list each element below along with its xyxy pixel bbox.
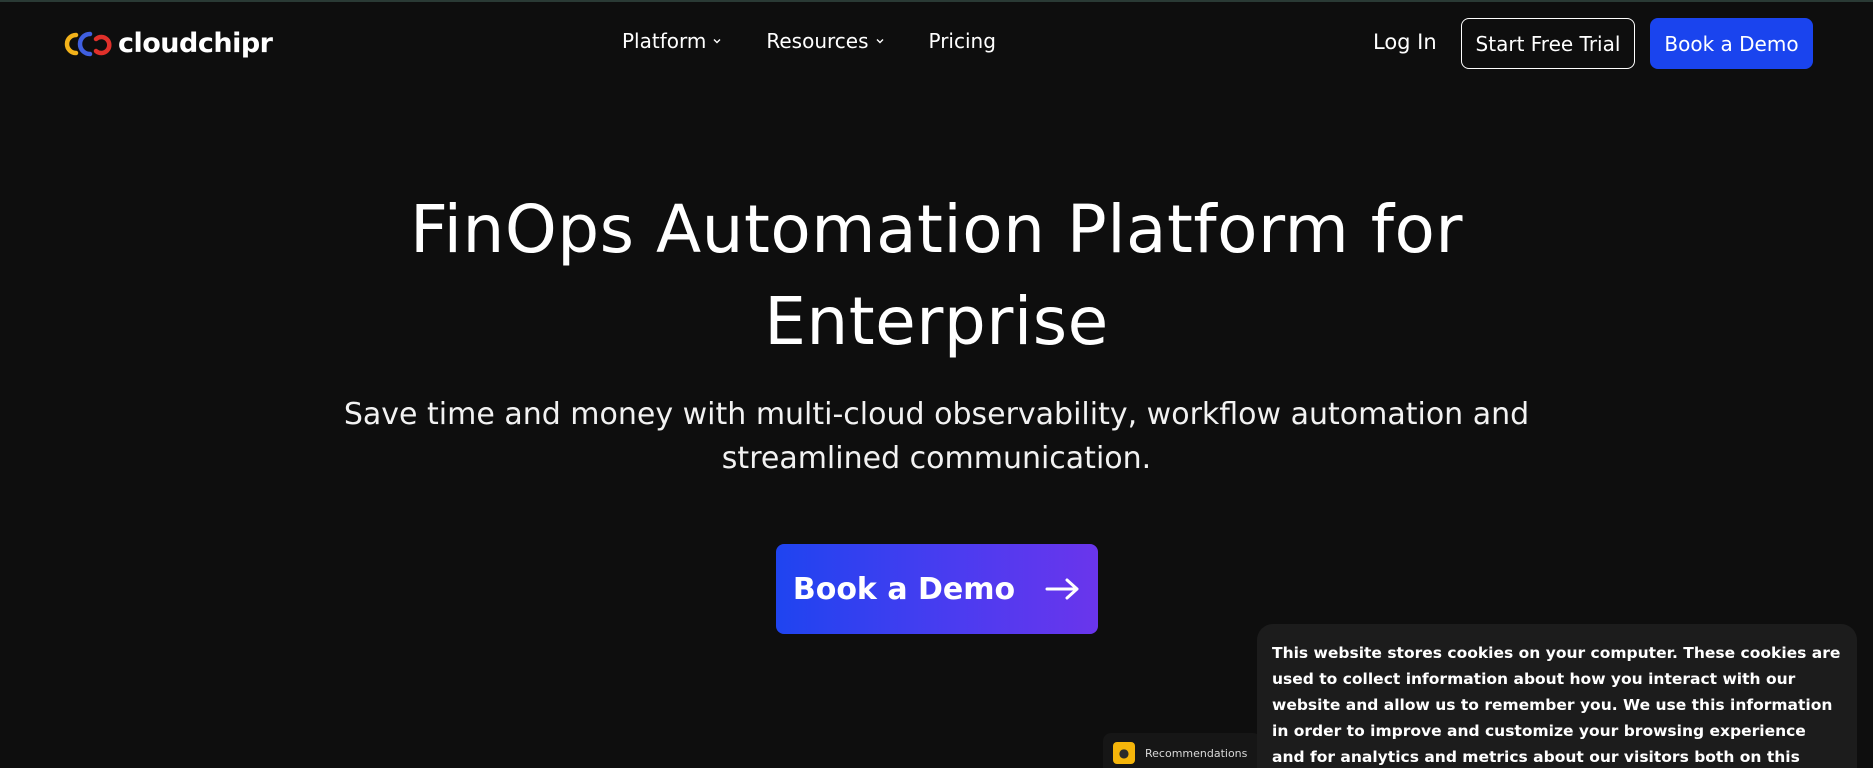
- nav-platform[interactable]: Platform: [622, 29, 722, 53]
- login-link[interactable]: Log In: [1373, 30, 1437, 54]
- cloudchipr-logo-icon: [64, 31, 112, 56]
- nav-resources[interactable]: Resources: [766, 29, 884, 53]
- lightbulb-icon: ●: [1113, 742, 1135, 764]
- book-demo-hero-button[interactable]: Book a Demo: [776, 544, 1098, 634]
- nav-resources-label: Resources: [766, 29, 869, 53]
- book-demo-header-button[interactable]: Book a Demo: [1650, 18, 1813, 69]
- logo[interactable]: cloudchipr: [62, 28, 273, 59]
- site-header: cloudchipr Platform Resources Pricing Lo…: [0, 2, 1873, 84]
- hero-title: FinOps Automation Platform for Enterpris…: [410, 191, 1463, 360]
- recommendations-label: Recommendations: [1145, 746, 1248, 760]
- book-demo-hero-label: Book a Demo: [792, 571, 1016, 607]
- hero-title-container: FinOps Automation Platform for Enterpris…: [0, 184, 1873, 368]
- logo-text: cloudchipr: [118, 28, 273, 59]
- nav-platform-label: Platform: [622, 29, 707, 53]
- cookie-banner: This website stores cookies on your comp…: [1257, 624, 1857, 768]
- hero-subtitle-container: Save time and money with multi-cloud obs…: [0, 393, 1873, 481]
- start-free-trial-button[interactable]: Start Free Trial: [1461, 18, 1635, 69]
- recommendations-tab[interactable]: ● Recommendations: [1103, 733, 1261, 768]
- hero-subtitle: Save time and money with multi-cloud obs…: [343, 397, 1530, 476]
- nav-pricing[interactable]: Pricing: [929, 29, 996, 53]
- nav-pricing-label: Pricing: [928, 29, 996, 53]
- cookie-banner-text: This website stores cookies on your comp…: [1272, 644, 1841, 766]
- arrow-right-icon: [1045, 578, 1079, 600]
- chevron-down-icon: [876, 39, 883, 44]
- page: cloudchipr Platform Resources Pricing Lo…: [0, 0, 1873, 768]
- chevron-down-icon: [713, 39, 721, 44]
- main-nav: Platform Resources Pricing: [622, 29, 996, 53]
